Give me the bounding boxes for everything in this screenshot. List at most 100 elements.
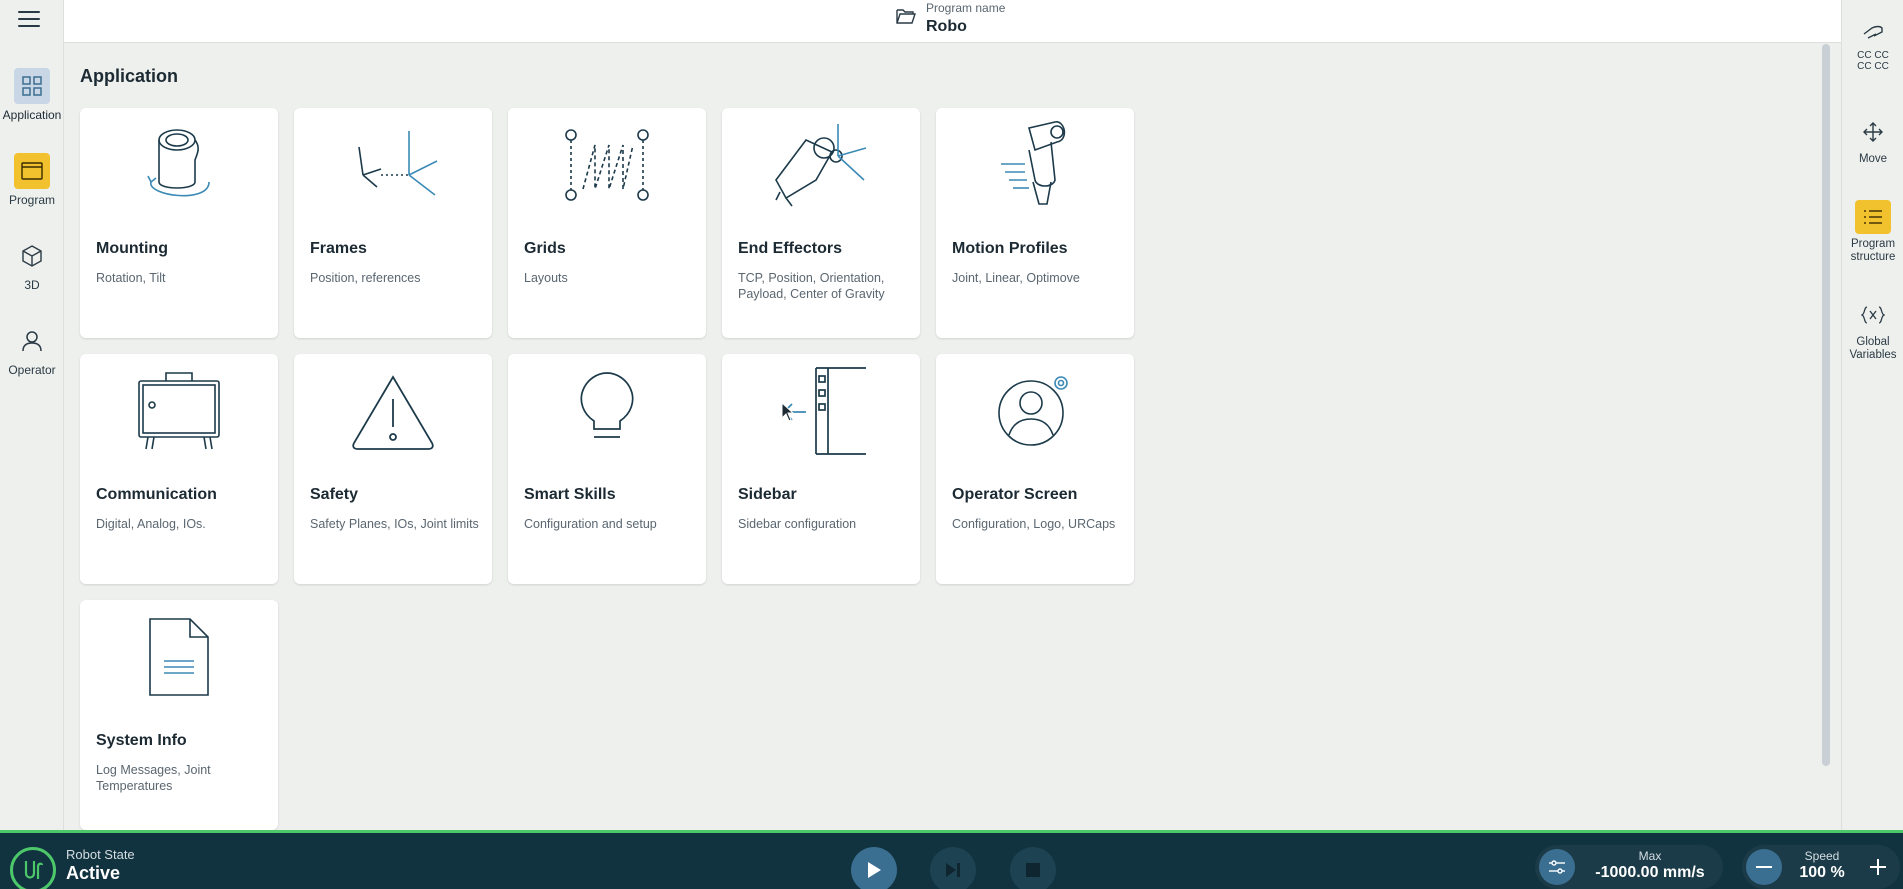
nav-label: Program (8, 193, 55, 207)
document-icon (80, 612, 278, 702)
plus-icon (1870, 859, 1886, 875)
max-label: Max (1638, 849, 1662, 863)
mouse-cursor-icon (781, 402, 795, 422)
nav-label: Application (2, 108, 62, 122)
right-item-freedrive[interactable]: CC CC CC CC (1842, 16, 1903, 72)
card-subtitle: Joint, Linear, Optimove (952, 271, 1080, 285)
speed-settings-button[interactable] (1539, 849, 1575, 885)
warning-triangle-icon (294, 366, 492, 456)
card-subtitle: Position, references (310, 271, 421, 285)
max-value: -1000.00 mm/s (1595, 864, 1705, 881)
card-title: Operator Screen (952, 486, 1078, 503)
stop-button[interactable] (1010, 847, 1056, 889)
program-window-icon (14, 153, 50, 189)
nav-item-application[interactable]: Application (0, 68, 64, 122)
operator-gear-icon (936, 366, 1134, 456)
sliders-icon (1549, 860, 1565, 874)
right-item-label: Global Variables (1849, 336, 1897, 361)
card-subtitle: TCP, Position, Orientation, Payload, Cen… (738, 271, 885, 301)
right-item-global-variables[interactable]: Global Variables (1842, 298, 1903, 362)
speed-decrease-button[interactable] (1746, 849, 1782, 885)
card-grids[interactable]: Grids Layouts (508, 108, 706, 338)
lightbulb-icon (508, 366, 706, 456)
robot-state-value: Active (66, 863, 121, 883)
card-subtitle: Sidebar configuration (738, 517, 857, 531)
motion-profile-icon (936, 120, 1134, 210)
page-title: Application (80, 66, 178, 86)
card-subtitle: Rotation, Tilt (96, 271, 166, 285)
right-item-label: Program structure (1850, 238, 1896, 263)
card-title: Smart Skills (524, 486, 616, 503)
step-forward-icon (946, 863, 960, 877)
speed-label: Speed (1804, 849, 1840, 863)
sidebar-panel-icon (722, 366, 920, 456)
hamburger-menu-icon[interactable] (18, 8, 40, 30)
left-nav: Application Program 3D Operator (0, 0, 64, 830)
card-frames[interactable]: Frames Position, references (294, 108, 492, 338)
play-button[interactable] (851, 847, 897, 889)
card-mounting[interactable]: Mounting Rotation, Tilt (80, 108, 278, 338)
card-title: Motion Profiles (952, 240, 1068, 257)
bottom-status-bar: Robot State Active Max -1000.00 mm/s Spe… (0, 830, 1903, 889)
variable-x-icon (1855, 298, 1891, 332)
card-smart-skills[interactable]: Smart Skills Configuration and setup (508, 354, 706, 584)
card-safety[interactable]: Safety Safety Planes, IOs, Joint limits (294, 354, 492, 584)
nav-label: Operator (8, 363, 56, 377)
robot-state: Robot State Active (66, 847, 135, 884)
frames-axes-icon (294, 120, 492, 210)
card-subtitle: Safety Planes, IOs, Joint limits (310, 517, 479, 531)
top-header: Program name Robo (64, 0, 1841, 43)
right-item-program-structure[interactable]: Program structure (1842, 200, 1903, 264)
grid-points-icon (508, 120, 706, 210)
program-name-selector[interactable]: Program name Robo (896, 2, 1005, 36)
speed-readout: Speed 100 % (1790, 849, 1854, 883)
card-sidebar[interactable]: Sidebar Sidebar configuration (722, 354, 920, 584)
speed-value: 100 % (1799, 864, 1845, 881)
minus-icon (1756, 866, 1772, 868)
card-subtitle: Configuration, Logo, URCaps (952, 517, 1116, 531)
card-communication[interactable]: Communication Digital, Analog, IOs. (80, 354, 278, 584)
nav-item-3d[interactable]: 3D (0, 238, 64, 292)
ur-logo-icon (10, 847, 56, 889)
card-end-effectors[interactable]: End Effectors TCP, Position, Orientation… (722, 108, 920, 338)
card-system-info[interactable]: System Info Log Messages, Joint Temperat… (80, 600, 278, 830)
card-subtitle: Log Messages, Joint Temperatures (96, 763, 211, 793)
right-nav: CC CC CC CC Move Program structure Globa… (1841, 0, 1903, 830)
program-name-value: Robo (926, 18, 967, 35)
robot-state-label: Robot State (66, 847, 135, 862)
nav-item-program[interactable]: Program (0, 153, 64, 207)
right-item-move[interactable]: Move (1842, 115, 1903, 166)
card-subtitle: Configuration and setup (524, 517, 657, 531)
cc-text-line1: CC CC (1857, 50, 1889, 61)
person-icon (14, 323, 50, 359)
nav-item-operator[interactable]: Operator (0, 323, 64, 377)
speed-increase-button[interactable] (1864, 853, 1892, 881)
max-speed-control: Max -1000.00 mm/s (1535, 845, 1723, 889)
play-icon (868, 862, 881, 878)
card-motion-profiles[interactable]: Motion Profiles Joint, Linear, Optimove (936, 108, 1134, 338)
card-title: Safety (310, 486, 359, 503)
end-effector-icon (722, 120, 920, 210)
program-name-label: Program name (926, 1, 1006, 15)
card-subtitle: Layouts (524, 271, 568, 285)
right-item-label: Move (1858, 153, 1888, 165)
io-box-icon (80, 366, 278, 456)
step-button[interactable] (930, 847, 976, 889)
nav-label: 3D (24, 278, 40, 292)
card-subtitle: Digital, Analog, IOs. (96, 517, 206, 531)
vertical-scrollbar[interactable] (1822, 44, 1830, 766)
card-title: Grids (524, 240, 566, 257)
max-speed-readout: Max -1000.00 mm/s (1585, 849, 1715, 883)
card-operator-screen[interactable]: Operator Screen Configuration, Logo, URC… (936, 354, 1134, 584)
stop-icon (1026, 863, 1040, 877)
cc-text-line2: CC CC (1857, 61, 1889, 72)
card-title: System Info (96, 732, 187, 749)
card-title: Communication (96, 486, 217, 503)
mounting-icon (80, 120, 278, 210)
cube-icon (14, 238, 50, 274)
folder-open-icon (896, 8, 916, 29)
card-title: End Effectors (738, 240, 843, 257)
card-title: Sidebar (738, 486, 797, 503)
move-arrows-icon (1855, 115, 1891, 149)
speed-slider-control: Speed 100 % (1742, 845, 1900, 889)
